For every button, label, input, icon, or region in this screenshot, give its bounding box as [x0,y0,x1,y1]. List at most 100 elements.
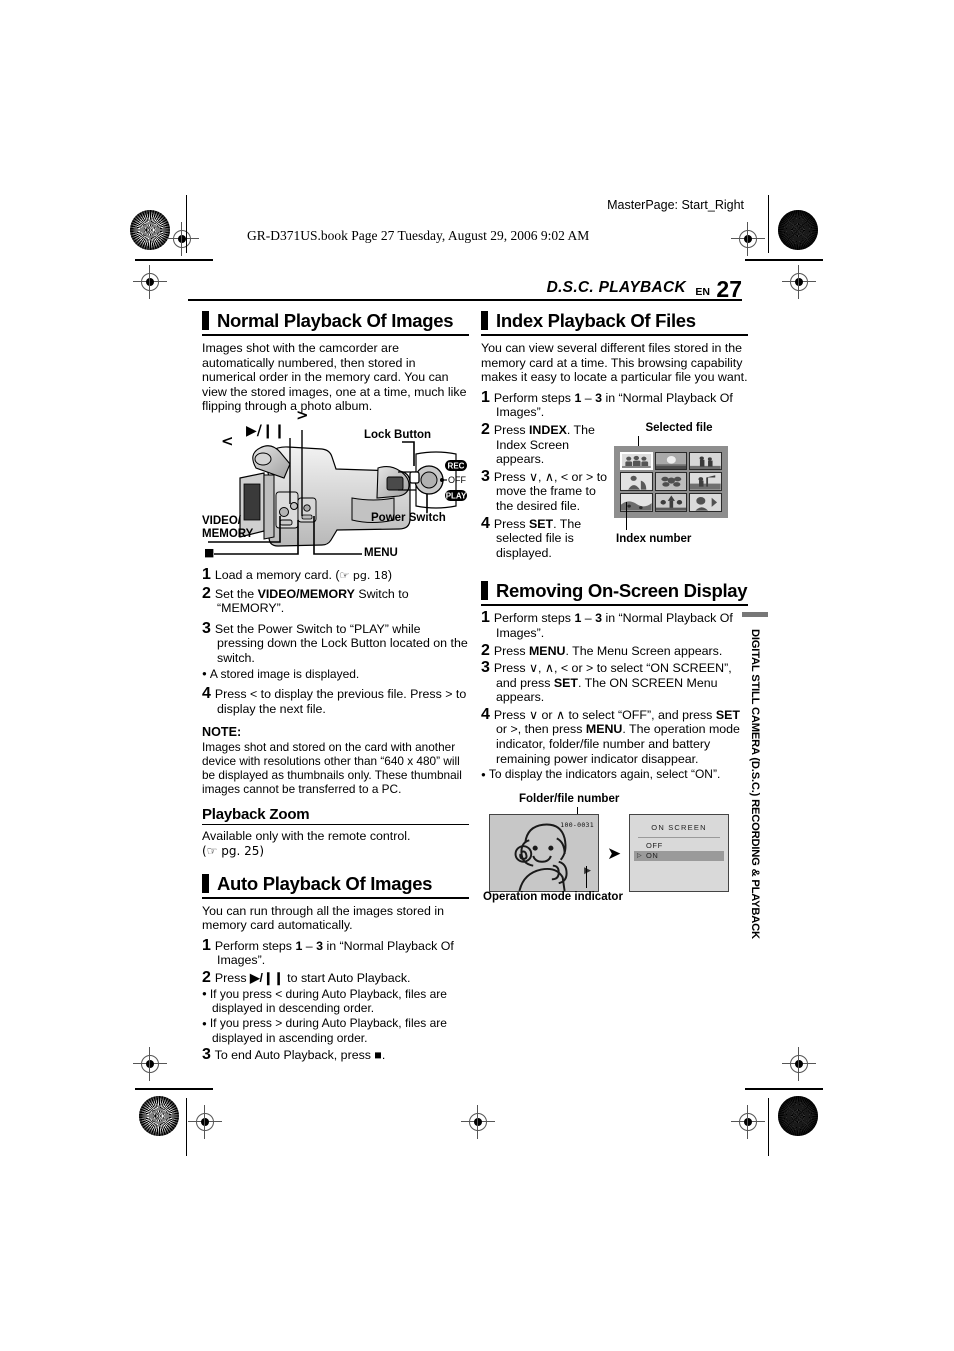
masterpage-label: MasterPage: Start_Right [607,198,744,212]
crop-mark-bottom-left-vertical [186,1098,187,1156]
step-text-pre: Perform steps [493,611,575,626]
registration-target-bottom-left [188,1105,222,1139]
step-text: Press < to display the previous file. Pr… [214,687,467,716]
step-text-pre: Perform steps [493,390,575,405]
step-number: 1 [481,609,491,627]
set-button-label: SET [715,707,740,722]
step-ref-bold-2: 3 [595,390,603,405]
lcd-preview: 100-0031 ▶ [489,813,599,892]
header-rule [188,299,742,301]
index-steps-with-figure: 2 Press INDEX. The Index Screen appears.… [481,420,748,561]
left-column: Normal Playback Of Images Images shot wi… [202,310,469,1062]
heading-playback-zoom: Playback Zoom [202,807,469,826]
page-number: 27 [716,276,742,302]
step-text-pre: Press [493,516,529,531]
heading-removing-osd: Removing On-Screen Display [481,580,748,607]
auto-playback-intro: You can run through all the images store… [202,903,445,933]
step-text-pre: Press ∨ or ∧ to select “OFF”, and press [493,707,716,722]
leader-line [638,435,639,446]
lock-button-label: Lock Button [364,428,432,441]
index-step-1: 1 Perform steps 1 – 3 in “Normal Playbac… [481,389,748,420]
step-number: 1 [202,936,212,954]
index-screen-figure: Selected file Index number [614,421,744,546]
previous-file-arrow-glyph: < [221,431,234,450]
step-number: 4 [481,514,491,532]
thumbnail-9[interactable] [689,492,722,512]
step-3-power-switch: 3 Set the Power Switch to “PLAY” while p… [202,619,469,666]
thumbnail-7[interactable] [620,492,653,512]
step-text: Press ∨, ∧, < or > to move the frame to … [493,469,608,513]
step-number: 2 [481,420,491,438]
step-2-video-memory: 2 Set the VIDEO/MEMORY Switch to “MEMORY… [202,584,469,616]
step-number: 4 [202,685,212,703]
page-ref-icon: ☞ pg. 18 [339,568,388,582]
playback-zoom-ref: (☞ pg. 25) [202,844,265,858]
step-text-post: . The Menu Screen appears. [565,643,723,658]
folder-file-number-caption: Folder/file number [519,792,620,805]
crop-mark-top-left-vertical [186,195,187,253]
step-4-navigate-files: 4 Press < to display the previous file. … [202,685,469,716]
thumbnail-4[interactable] [620,472,653,491]
thumbnail-2[interactable] [654,451,688,471]
index-step-4: 4 Press SET. The selected file is displa… [481,514,611,561]
leader-line-bottom [586,865,587,888]
auto-step-2: 2 Press ▶/❙❙ to start Auto Playback. [202,969,469,986]
play-pause-glyph: ▶/❙❙ [249,970,284,985]
index-playback-intro: You can view several different files sto… [481,341,748,385]
menu-button-label: MENU [528,643,566,658]
step-number: 2 [202,584,212,602]
step-ref-bold-2: 3 [316,938,324,953]
play-pause-glyph: ▶/❙❙ [246,422,286,439]
thumbnail-3[interactable] [689,451,722,471]
osd-step-3: 3 Press ∨, ∧, < or > to select “ON SCREE… [481,660,748,705]
crop-mark-top-left [135,259,213,261]
folder-file-number-value: 100-0031 [560,820,594,829]
note-text: Images shot and stored on the card with … [202,739,462,796]
step-text-mid: – [581,611,596,626]
registration-target-top-left [165,222,199,256]
registration-target-left-lower [133,1047,167,1081]
osd-step-4-bullet: To display the indicators again, select … [481,767,748,782]
step-text-mid: – [302,938,317,953]
menu-item-on[interactable]: ON [634,851,724,862]
caption-leader-top [614,435,744,446]
svg-text:OFF: OFF [448,475,466,485]
step-number: 2 [481,641,491,659]
caption-leader-bottom [614,501,744,532]
index-steps-text: 2 Press INDEX. The Index Screen appears.… [481,420,611,561]
registration-target-right-lower [782,1047,816,1081]
step-number: 3 [202,619,212,637]
auto-step-3: 3 To end Auto Playback, press ■. [202,1046,469,1063]
step-text-pre: Press [214,970,250,985]
heading-index-playback: Index Playback Of Files [481,310,748,336]
step-text: Set the Power Switch to “PLAY” while pre… [214,621,468,665]
step-text: Load a memory card. ( [214,567,340,582]
index-step-3: 3 Press ∨, ∧, < or > to move the frame t… [481,467,611,514]
video-memory-label: VIDEO/ MEMORY [202,514,254,540]
index-step-2: 2 Press INDEX. The Index Screen appears. [481,420,611,467]
thumbnail-5[interactable] [654,472,688,491]
crop-mark-top-right-vertical [768,195,769,253]
crop-mark-bottom-right [745,1088,823,1090]
step-ref-bold-2: 3 [595,611,603,626]
index-button-label: INDEX [528,422,567,437]
registration-target-bottom-center [461,1105,495,1139]
step-number: 3 [481,467,491,485]
thumbnail-8[interactable] [654,492,688,512]
crop-mark-bottom-left [135,1088,213,1090]
registration-target-left-upper [133,265,167,299]
crop-mark-top-right [745,259,823,261]
step-text-bold: VIDEO/MEMORY [257,586,355,601]
menu-item-off[interactable]: OFF [634,841,724,851]
thumbnail-1[interactable] [620,451,653,471]
registration-target-right-upper [782,265,816,299]
osd-step-4: 4 Press ∨ or ∧ to select “OFF”, and pres… [481,705,748,766]
registration-target-top-right [731,222,765,256]
thumbnail-6[interactable] [689,472,722,491]
next-file-arrow-glyph: > [296,405,309,424]
step-text-mid: or >, then press [496,722,586,737]
svg-text:PLAY: PLAY [446,492,467,501]
step-number: 4 [481,705,491,723]
playback-zoom-text: Available only with the remote control. [202,829,411,844]
camcorder-figure: REC OFF PLAY > ▶/❙❙ < Lock Button Power … [202,408,469,565]
